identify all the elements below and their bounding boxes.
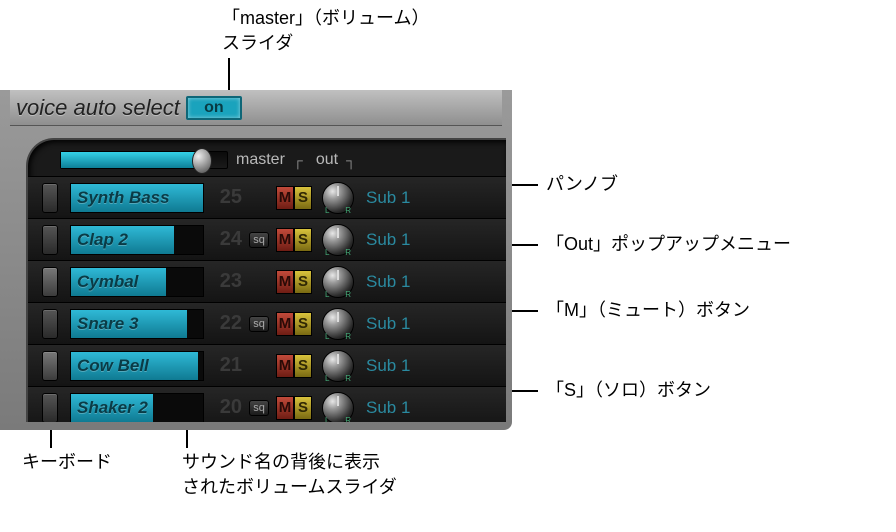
master-volume-slider[interactable] bbox=[60, 151, 228, 169]
voice-auto-select-label: voice auto select bbox=[16, 95, 180, 121]
mute-button[interactable]: M bbox=[276, 354, 294, 378]
solo-button[interactable]: S bbox=[294, 312, 312, 336]
pan-label-right: R bbox=[345, 290, 351, 299]
voice-name-label: Cymbal bbox=[77, 272, 138, 292]
voice-row: Snare 322sqMSLRSub 1 bbox=[28, 302, 506, 344]
master-volume-handle[interactable] bbox=[192, 148, 212, 174]
voice-volume-slider[interactable]: Synth Bass bbox=[70, 183, 204, 213]
voice-name-label: Snare 3 bbox=[77, 314, 138, 334]
pan-label-left: L bbox=[325, 248, 329, 257]
mute-solo-group: MS bbox=[276, 186, 312, 210]
mute-solo-group: MS bbox=[276, 228, 312, 252]
solo-button[interactable]: S bbox=[294, 186, 312, 210]
mute-button[interactable]: M bbox=[276, 396, 294, 420]
voice-name-label: Shaker 2 bbox=[77, 398, 148, 418]
sq-indicator: sq bbox=[249, 400, 269, 416]
voice-name-label: Synth Bass bbox=[77, 188, 170, 208]
sq-toggle[interactable]: sq bbox=[246, 232, 272, 248]
callout-volume-behind: サウンド名の背後に表示 されたボリュームスライダ bbox=[182, 450, 397, 500]
mixer-panel: voice auto select on master ┌ out ┐ Synt… bbox=[0, 90, 512, 430]
callout-keyboard: キーボード bbox=[22, 450, 112, 475]
voice-volume-slider[interactable]: Shaker 2 bbox=[70, 393, 204, 423]
voice-row: Clap 224sqMSLRSub 1 bbox=[28, 218, 506, 260]
keyboard-trigger[interactable] bbox=[42, 267, 58, 297]
keyboard-trigger[interactable] bbox=[42, 225, 58, 255]
sq-toggle[interactable]: sq bbox=[246, 400, 272, 416]
voice-name-label: Clap 2 bbox=[77, 230, 128, 250]
mute-button[interactable]: M bbox=[276, 228, 294, 252]
mute-solo-group: MS bbox=[276, 354, 312, 378]
pan-label-left: L bbox=[325, 290, 329, 299]
voice-volume-slider[interactable]: Snare 3 bbox=[70, 309, 204, 339]
solo-button[interactable]: S bbox=[294, 228, 312, 252]
pan-knob[interactable]: LR bbox=[322, 266, 354, 298]
voice-row: Cymbal23MSLRSub 1 bbox=[28, 260, 506, 302]
mute-solo-group: MS bbox=[276, 396, 312, 420]
voice-row: Cow Bell21MSLRSub 1 bbox=[28, 344, 506, 386]
keyboard-trigger[interactable] bbox=[42, 393, 58, 423]
master-volume-fill bbox=[61, 152, 202, 168]
voice-auto-select-bar: voice auto select on bbox=[10, 90, 502, 126]
voice-number: 25 bbox=[208, 186, 242, 209]
solo-button[interactable]: S bbox=[294, 270, 312, 294]
mixer-area: master ┌ out ┐ Synth Bass25MSLRSub 1Clap… bbox=[26, 138, 506, 422]
solo-button[interactable]: S bbox=[294, 354, 312, 378]
sq-toggle[interactable]: sq bbox=[246, 316, 272, 332]
pan-label-left: L bbox=[325, 332, 329, 341]
mute-solo-group: MS bbox=[276, 270, 312, 294]
pan-knob[interactable]: LR bbox=[322, 224, 354, 256]
pan-label-left: L bbox=[325, 374, 329, 383]
voice-number: 21 bbox=[208, 354, 242, 377]
voice-row: Shaker 220sqMSLRSub 1 bbox=[28, 386, 506, 422]
out-popup-menu[interactable]: Sub 1 bbox=[366, 230, 410, 250]
pan-label-right: R bbox=[345, 374, 351, 383]
pan-knob[interactable]: LR bbox=[322, 350, 354, 382]
voice-row: Synth Bass25MSLRSub 1 bbox=[28, 176, 506, 218]
master-label: master bbox=[236, 151, 285, 169]
out-popup-menu[interactable]: Sub 1 bbox=[366, 272, 410, 292]
out-popup-menu[interactable]: Sub 1 bbox=[366, 356, 410, 376]
voice-volume-slider[interactable]: Cow Bell bbox=[70, 351, 204, 381]
pan-label-right: R bbox=[345, 206, 351, 215]
out-header-label: out bbox=[316, 151, 338, 169]
keyboard-trigger[interactable] bbox=[42, 309, 58, 339]
mute-button[interactable]: M bbox=[276, 270, 294, 294]
mute-solo-group: MS bbox=[276, 312, 312, 336]
keyboard-trigger[interactable] bbox=[42, 183, 58, 213]
pan-knob[interactable]: LR bbox=[322, 182, 354, 214]
callout-master-slider: 「master」（ボリューム） スライダ bbox=[222, 6, 429, 56]
out-bracket-right: ┐ bbox=[346, 152, 355, 168]
sq-indicator: sq bbox=[249, 316, 269, 332]
voice-auto-select-toggle[interactable]: on bbox=[186, 96, 242, 120]
keyboard-trigger[interactable] bbox=[42, 351, 58, 381]
voice-number: 24 bbox=[208, 228, 242, 251]
out-bracket-left: ┌ bbox=[293, 152, 302, 168]
callout-solo-btn: 「S」（ソロ）ボタン bbox=[546, 378, 711, 403]
voice-number: 22 bbox=[208, 312, 242, 335]
pan-knob[interactable]: LR bbox=[322, 308, 354, 340]
callout-out-menu: 「Out」ポップアップメニュー bbox=[546, 232, 791, 257]
mute-button[interactable]: M bbox=[276, 312, 294, 336]
voice-volume-slider[interactable]: Clap 2 bbox=[70, 225, 204, 255]
out-popup-menu[interactable]: Sub 1 bbox=[366, 314, 410, 334]
pan-label-left: L bbox=[325, 416, 329, 423]
mute-button[interactable]: M bbox=[276, 186, 294, 210]
pan-label-right: R bbox=[345, 416, 351, 423]
master-row: master ┌ out ┐ bbox=[28, 140, 506, 176]
out-popup-menu[interactable]: Sub 1 bbox=[366, 188, 410, 208]
callout-pan-knob: パンノブ bbox=[546, 172, 618, 197]
voice-number: 20 bbox=[208, 396, 242, 419]
voice-number: 23 bbox=[208, 270, 242, 293]
sq-indicator: sq bbox=[249, 232, 269, 248]
pan-label-left: L bbox=[325, 206, 329, 215]
pan-knob[interactable]: LR bbox=[322, 392, 354, 423]
callout-mute-btn: 「M」（ミュート）ボタン bbox=[546, 298, 750, 323]
pan-label-right: R bbox=[345, 248, 351, 257]
solo-button[interactable]: S bbox=[294, 396, 312, 420]
voice-volume-slider[interactable]: Cymbal bbox=[70, 267, 204, 297]
voice-name-label: Cow Bell bbox=[77, 356, 149, 376]
pan-label-right: R bbox=[345, 332, 351, 341]
out-popup-menu[interactable]: Sub 1 bbox=[366, 398, 410, 418]
